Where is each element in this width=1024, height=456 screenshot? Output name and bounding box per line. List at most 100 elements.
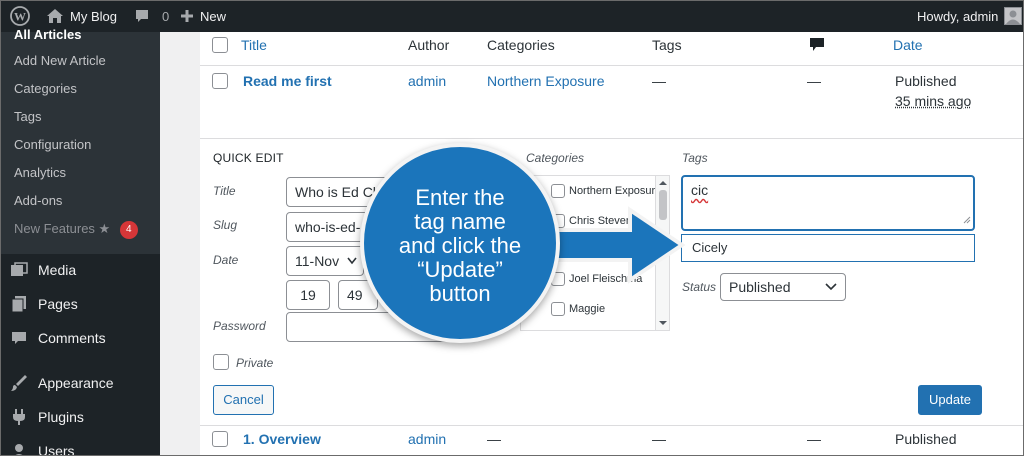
private-checkbox[interactable] bbox=[213, 354, 229, 370]
menu-media[interactable]: Media bbox=[0, 253, 160, 287]
row-checkbox[interactable] bbox=[212, 431, 228, 447]
admin-sidebar: All Articles Add New Article Categories … bbox=[0, 27, 160, 456]
month-select[interactable]: 11-Nov bbox=[286, 246, 364, 276]
column-tags: Tags bbox=[652, 37, 682, 53]
callout-line: and click the bbox=[398, 233, 522, 258]
menu-appearance[interactable]: Appearance bbox=[0, 366, 160, 400]
menu-plugins-label: Plugins bbox=[38, 409, 84, 425]
row-comments: — bbox=[807, 73, 821, 89]
tags-value: cic bbox=[691, 182, 709, 198]
comment-count: 0 bbox=[162, 8, 170, 24]
menu-users-label: Users bbox=[38, 443, 75, 456]
resize-handle-icon[interactable] bbox=[963, 211, 971, 227]
quick-edit-heading: QUICK EDIT bbox=[213, 151, 284, 165]
select-all-checkbox[interactable] bbox=[212, 37, 228, 53]
menu-comments-label: Comments bbox=[38, 330, 106, 346]
star-icon: ★ bbox=[98, 221, 111, 236]
private-label: Private bbox=[236, 356, 274, 370]
callout-line: “Update” bbox=[417, 257, 503, 282]
svg-text:W: W bbox=[14, 10, 26, 24]
day-input[interactable]: 19 bbox=[286, 280, 330, 310]
row-author[interactable]: admin bbox=[408, 73, 446, 89]
callout-line: tag name bbox=[414, 209, 506, 234]
chevron-down-icon bbox=[825, 274, 837, 308]
callout-line: button bbox=[429, 281, 491, 306]
slug-label: Slug bbox=[213, 218, 238, 232]
row-comments: — bbox=[807, 431, 821, 447]
category-label: Northern Exposure bbox=[569, 185, 662, 197]
row-categories: — bbox=[487, 431, 501, 447]
column-title[interactable]: Title bbox=[241, 37, 267, 53]
submenu-tags[interactable]: Tags bbox=[14, 107, 41, 127]
cancel-button[interactable]: Cancel bbox=[213, 385, 274, 415]
submenu-add-new-article[interactable]: Add New Article bbox=[14, 51, 106, 71]
menu-users[interactable]: Users bbox=[0, 434, 160, 456]
column-date[interactable]: Date bbox=[893, 37, 923, 53]
submenu-categories[interactable]: Categories bbox=[14, 79, 77, 99]
menu-pages-label: Pages bbox=[38, 296, 78, 312]
comment-bubble-icon bbox=[134, 8, 150, 24]
account-menu[interactable]: Howdy, admin bbox=[917, 0, 1023, 32]
password-label: Password bbox=[213, 319, 266, 333]
update-button[interactable]: Update bbox=[918, 385, 982, 415]
submenu-configuration[interactable]: Configuration bbox=[14, 135, 91, 155]
row-title-link[interactable]: Read me first bbox=[243, 73, 332, 89]
avatar-icon bbox=[1004, 7, 1023, 25]
category-checkbox[interactable] bbox=[551, 302, 565, 316]
row-categories[interactable]: Northern Exposure bbox=[487, 73, 605, 89]
category-item[interactable]: Northern Exposure bbox=[551, 184, 661, 198]
new-features-badge: 4 bbox=[119, 221, 138, 239]
row-date: 35 mins ago bbox=[895, 93, 972, 109]
tag-suggestion[interactable]: Cicely bbox=[681, 234, 975, 262]
admin-bar: W My Blog 0 New Howdy, admin bbox=[0, 0, 1024, 32]
month-value: 11-Nov bbox=[295, 253, 340, 269]
categories-label: Categories bbox=[526, 151, 585, 165]
header-divider bbox=[200, 65, 1024, 66]
row-divider bbox=[200, 425, 1024, 426]
plugins-icon bbox=[0, 408, 38, 426]
status-select[interactable]: Published bbox=[720, 273, 846, 301]
pages-icon bbox=[0, 295, 38, 313]
row-tags: — bbox=[652, 73, 666, 89]
category-item[interactable]: Maggie bbox=[551, 302, 605, 316]
menu-comments[interactable]: Comments bbox=[0, 321, 160, 355]
row-author[interactable]: admin bbox=[408, 431, 446, 447]
callout-line: Enter the bbox=[415, 185, 505, 210]
column-author: Author bbox=[408, 37, 450, 53]
row-divider bbox=[200, 138, 1024, 139]
appearance-brush-icon bbox=[0, 374, 38, 392]
users-icon bbox=[0, 443, 38, 456]
tags-textarea[interactable]: cic bbox=[681, 175, 975, 231]
title-label: Title bbox=[213, 184, 236, 198]
category-checkbox[interactable] bbox=[551, 184, 565, 198]
comments-link[interactable]: 0 bbox=[134, 0, 169, 32]
plus-icon bbox=[180, 9, 194, 23]
date-label: Date bbox=[213, 253, 239, 267]
new-content-link[interactable]: New bbox=[180, 0, 226, 32]
status-value: Published bbox=[729, 279, 791, 295]
category-label: Maggie bbox=[569, 303, 606, 315]
home-icon bbox=[46, 8, 64, 24]
chevron-down-icon bbox=[347, 247, 357, 275]
row-checkbox[interactable] bbox=[212, 73, 228, 89]
comment-bubble-icon[interactable] bbox=[809, 37, 825, 58]
tags-label: Tags bbox=[682, 151, 708, 165]
submenu-analytics[interactable]: Analytics bbox=[14, 163, 66, 183]
new-features-label: New Features bbox=[14, 221, 95, 236]
column-categories: Categories bbox=[487, 37, 555, 53]
row-status: Published bbox=[895, 431, 957, 447]
greeting: Howdy, admin bbox=[917, 8, 999, 24]
submenu-new-features[interactable]: New Features ★ 4 bbox=[14, 219, 138, 239]
submenu-all-articles[interactable]: All Articles bbox=[14, 25, 81, 45]
callout-text: Enter the tag name and click the “Update… bbox=[370, 186, 550, 306]
row-status: Published bbox=[895, 73, 957, 89]
site-name: My Blog bbox=[70, 8, 117, 24]
menu-plugins[interactable]: Plugins bbox=[0, 400, 160, 434]
submenu-add-ons[interactable]: Add-ons bbox=[14, 191, 62, 211]
row-title-link[interactable]: 1. Overview bbox=[243, 431, 321, 447]
menu-pages[interactable]: Pages bbox=[0, 287, 160, 321]
new-label: New bbox=[200, 8, 227, 24]
articles-submenu: All Articles Add New Article Categories … bbox=[0, 27, 160, 254]
media-icon bbox=[0, 262, 38, 278]
comments-icon bbox=[0, 330, 38, 346]
